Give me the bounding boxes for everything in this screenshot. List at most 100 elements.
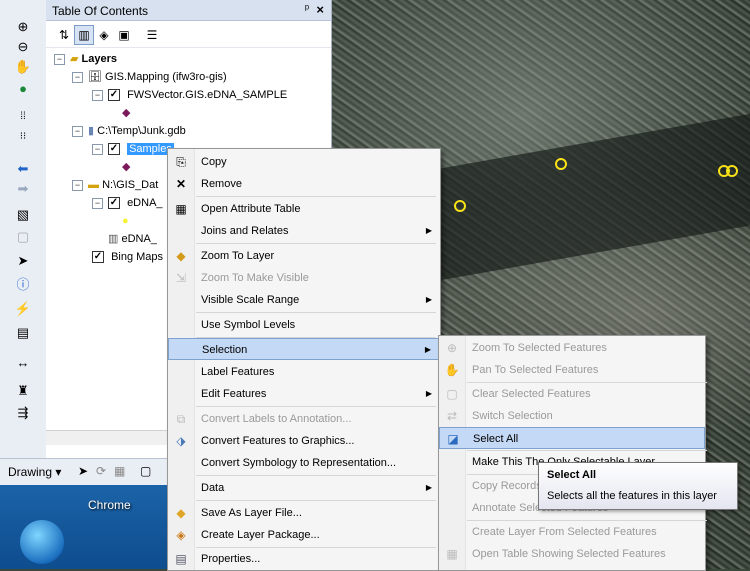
rotate-icon[interactable]: ⟳: [96, 464, 106, 478]
tree-label: Layers: [81, 53, 118, 65]
submenu-item-create-layer-from-selected[interactable]: Create Layer From Selected Features: [439, 521, 705, 543]
menu-item-joins-relates[interactable]: Joins and Relates ▶: [168, 220, 440, 242]
tree-label: N:\GIS_Dat: [102, 179, 159, 191]
rectangle-icon[interactable]: ▢: [140, 464, 151, 478]
menu-item-edit-features[interactable]: Edit Features ▶: [168, 383, 440, 405]
tree-row-layer[interactable]: − ✓ eDNA_: [92, 194, 163, 212]
menu-item-label: Use Symbol Levels: [201, 319, 296, 331]
menu-item-visible-scale-range[interactable]: Visible Scale Range ▶: [168, 289, 440, 311]
submenu-arrow-icon: ▶: [425, 295, 432, 304]
find-binoculars-icon[interactable]: ♜: [12, 382, 34, 400]
submenu-item-pan-selected[interactable]: ✋ Pan To Selected Features: [439, 359, 705, 381]
zoom-in-icon[interactable]: ⊕: [12, 18, 34, 36]
clear-selected-icon: ▢: [446, 387, 458, 401]
tree-row-folder[interactable]: − ▬ N:\GIS_Dat: [72, 176, 158, 194]
menu-item-zoom-to-layer[interactable]: ◆ Zoom To Layer: [168, 245, 440, 267]
submenu-item-switch-selection[interactable]: ⇄ Switch Selection: [439, 405, 705, 427]
zoom-out-icon[interactable]: ⊖: [12, 38, 34, 56]
menu-item-label: Zoom To Make Visible: [201, 272, 309, 284]
tree-row-db-connection[interactable]: − 🗄 GIS.Mapping (ifw3ro-gis): [72, 68, 227, 86]
options-icon[interactable]: ☰: [142, 25, 162, 45]
select-elements-arrow-icon[interactable]: ➤: [12, 252, 34, 270]
list-by-source-icon[interactable]: ▥: [74, 25, 94, 45]
clear-selection-icon[interactable]: ▢: [12, 228, 34, 246]
zoom-whole-page-icon[interactable]: ▦: [114, 464, 125, 478]
toc-titlebar[interactable]: Table Of Contents ᵖ ×: [46, 0, 331, 21]
menu-item-convert-labels[interactable]: ⧉ Convert Labels to Annotation...: [168, 408, 440, 430]
html-popup-icon[interactable]: ▤: [12, 324, 34, 342]
forward-arrow-icon[interactable]: ➡: [12, 180, 34, 198]
list-by-visibility-icon[interactable]: ◈: [94, 25, 114, 45]
menu-item-use-symbol-levels[interactable]: Use Symbol Levels: [168, 314, 440, 336]
submenu-item-select-all[interactable]: ◪ Select All: [439, 427, 705, 449]
desktop-app-icon[interactable]: [20, 520, 64, 564]
collapse-icon[interactable]: −: [54, 53, 65, 65]
menu-item-selection[interactable]: Selection ▶: [168, 338, 440, 360]
menu-item-label: Convert Features to Graphics...: [201, 435, 355, 447]
collapse-icon[interactable]: −: [92, 197, 103, 209]
menu-item-save-layer-file[interactable]: ◆ Save As Layer File...: [168, 502, 440, 524]
visibility-checkbox[interactable]: ✓: [108, 197, 120, 210]
tree-label: C:\Temp\Junk.gdb: [97, 125, 186, 137]
full-extent-globe-icon[interactable]: ●: [12, 80, 34, 98]
tree-row-table[interactable]: ▥ eDNA_: [108, 230, 157, 248]
menu-item-label: Convert Labels to Annotation...: [201, 413, 352, 425]
back-arrow-icon[interactable]: ⬅: [12, 160, 34, 178]
menu-item-label: Select All: [473, 433, 519, 445]
submenu-item-open-table-selected[interactable]: ▦ Open Table Showing Selected Features: [439, 543, 705, 565]
menu-item-label: Remove: [201, 178, 242, 190]
pin-icon[interactable]: ᵖ: [305, 3, 309, 15]
fixed-zoom-out-icon[interactable]: ⁝⁝: [12, 128, 34, 146]
menu-item-label: Clear Selected Features: [472, 388, 591, 400]
menu-item-open-attribute-table[interactable]: ▦ Open Attribute Table: [168, 198, 440, 220]
menu-item-label-features[interactable]: Label Features: [168, 361, 440, 383]
hyperlink-icon[interactable]: ⚡: [12, 300, 34, 318]
collapse-icon[interactable]: −: [72, 125, 83, 137]
collapse-icon[interactable]: −: [72, 71, 83, 83]
menu-item-convert-symbology[interactable]: Convert Symbology to Representation...: [168, 452, 440, 474]
identify-icon[interactable]: ⓘ: [12, 276, 34, 294]
map-point: [726, 165, 738, 177]
collapse-icon[interactable]: −: [92, 143, 103, 155]
fixed-zoom-in-icon[interactable]: ⁞⁞: [12, 108, 34, 126]
measure-icon[interactable]: ↔: [12, 354, 34, 372]
submenu-item-clear-selected[interactable]: ▢ Clear Selected Features: [439, 383, 705, 405]
menu-separator: [196, 500, 436, 501]
list-by-drawing-order-icon[interactable]: ⇅: [54, 25, 74, 45]
menu-item-data[interactable]: Data ▶: [168, 477, 440, 499]
visibility-checkbox[interactable]: ✓: [108, 89, 120, 102]
toc-close-button[interactable]: ×: [316, 2, 324, 17]
menu-item-properties[interactable]: ▤ Properties...: [168, 548, 440, 570]
geodatabase-icon: ▮: [88, 125, 95, 137]
tree-row-layers[interactable]: − ▰ Layers: [54, 50, 117, 68]
pan-hand-icon[interactable]: ✋: [12, 58, 34, 76]
tree-row-layer-selected[interactable]: − ✓ Samples: [92, 140, 174, 158]
select-features-icon[interactable]: ▧: [12, 206, 34, 224]
route-icon[interactable]: ⇶: [12, 404, 34, 422]
chrome-desktop-label[interactable]: Chrome: [88, 498, 131, 512]
menu-item-remove[interactable]: ✕ Remove: [168, 173, 440, 195]
list-by-selection-icon[interactable]: ▣: [114, 25, 134, 45]
drawing-menu[interactable]: Drawing ▾: [8, 465, 61, 479]
collapse-icon[interactable]: −: [92, 89, 103, 101]
tree-label: eDNA_: [121, 233, 157, 245]
tree-row-gdb[interactable]: − ▮ C:\Temp\Junk.gdb: [72, 122, 186, 140]
collapse-icon[interactable]: −: [72, 179, 83, 191]
menu-item-zoom-to-make-visible[interactable]: ⇲ Zoom To Make Visible: [168, 267, 440, 289]
tree-row-basemap[interactable]: ✓ Bing Maps: [92, 248, 163, 266]
selection-submenu: ⊕ Zoom To Selected Features ✋ Pan To Sel…: [438, 335, 707, 571]
select-all-tooltip: Select All Selects all the features in t…: [538, 462, 738, 510]
menu-item-create-layer-package[interactable]: ◈ Create Layer Package...: [168, 524, 440, 546]
menu-item-convert-features-graphics[interactable]: ⬗ Convert Features to Graphics...: [168, 430, 440, 452]
select-arrow-icon[interactable]: ➤: [78, 464, 88, 478]
zoom-selected-icon: ⊕: [446, 341, 458, 355]
zoom-visible-icon: ⇲: [175, 271, 187, 285]
visibility-checkbox[interactable]: ✓: [108, 143, 120, 156]
tree-row-layer[interactable]: − ✓ FWSVector.GIS.eDNA_SAMPLE: [92, 86, 287, 104]
menu-item-label: Joins and Relates: [201, 225, 289, 237]
menu-item-copy[interactable]: ⎘ Copy: [168, 151, 440, 173]
submenu-item-zoom-selected[interactable]: ⊕ Zoom To Selected Features: [439, 337, 705, 359]
visibility-checkbox[interactable]: ✓: [92, 251, 104, 264]
menu-separator: [196, 243, 436, 244]
table-icon: ▥: [108, 233, 119, 245]
